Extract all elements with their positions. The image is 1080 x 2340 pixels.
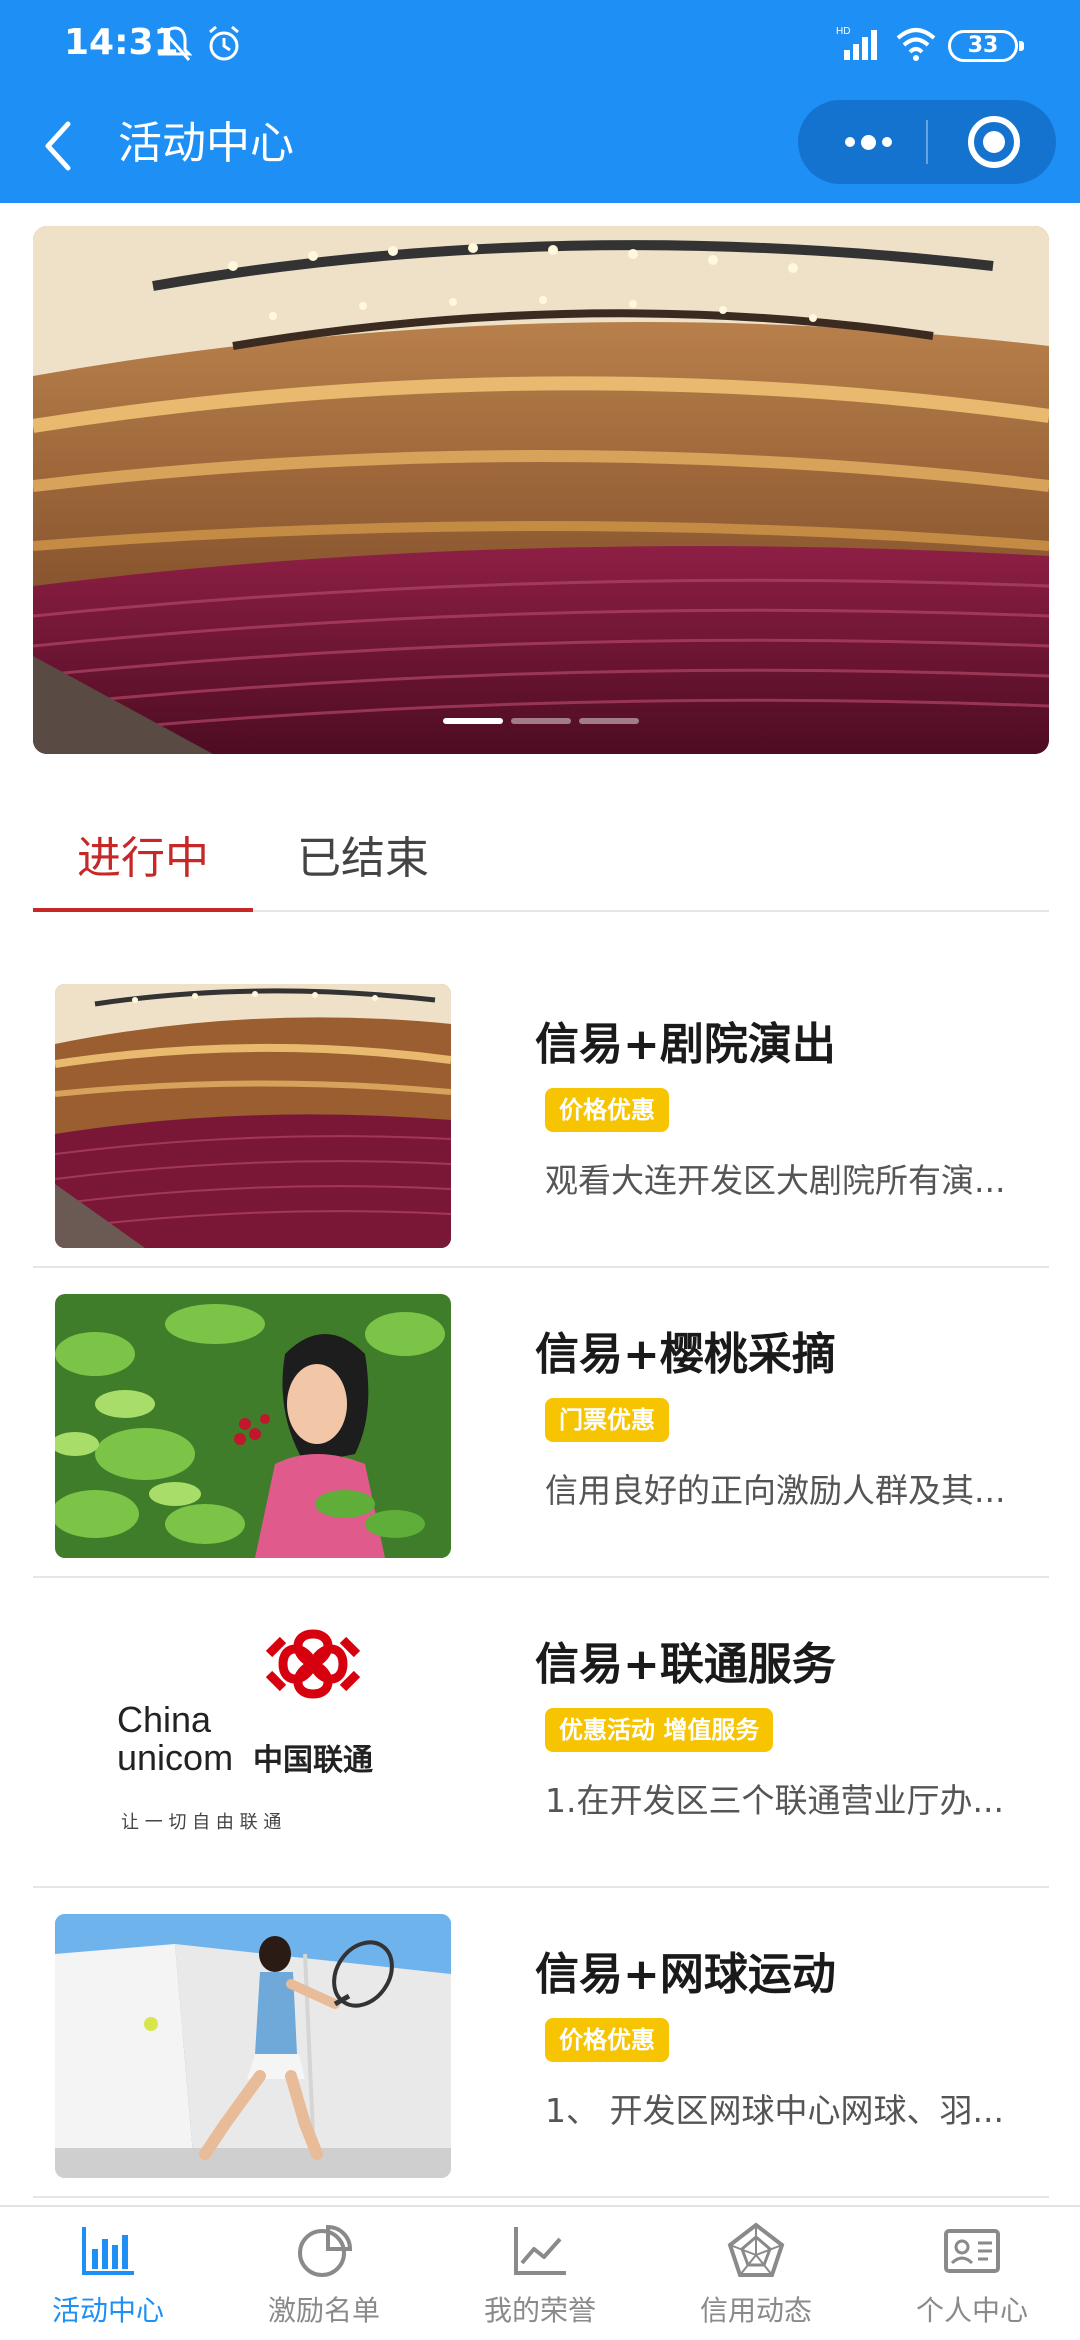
activity-tag: 价格优惠 — [545, 2018, 669, 2062]
activity-thumbnail: China unicom 中国联通 让 一 切 自 由 联 通 — [55, 1604, 451, 1868]
activity-item-tennis[interactable]: 信易+网球运动 价格优惠 1、 开发区网球中心网球、羽... — [33, 1888, 1049, 2198]
pie-chart-icon — [298, 2224, 353, 2277]
china-unicom-logo: China unicom 中国联通 让 一 切 自 由 联 通 — [55, 1604, 451, 1868]
svg-text:中国联通: 中国联通 — [253, 1743, 373, 1778]
activity-tag: 价格优惠 — [545, 1088, 669, 1132]
activity-tag: 门票优惠 — [545, 1398, 669, 1442]
mute-bell-icon — [158, 26, 192, 61]
tabbar-item-personal-center[interactable]: 个人中心 — [864, 2207, 1080, 2340]
id-card-icon — [944, 2229, 1000, 2273]
radar-chart-icon — [727, 2222, 785, 2277]
tab-ended[interactable]: 已结束 — [253, 822, 473, 910]
back-arrow-icon[interactable] — [38, 116, 78, 176]
activity-item-theater[interactable]: 信易+剧院演出 价格优惠 观看大连开发区大剧院所有演... — [33, 958, 1049, 1268]
svg-text:unicom: unicom — [117, 1737, 233, 1778]
close-miniprogram-icon[interactable] — [968, 116, 1020, 168]
tabbar-label: 活动中心 — [51, 2294, 164, 2327]
tabbar-item-activity-center[interactable]: 活动中心 — [0, 2207, 216, 2340]
carousel-dot[interactable] — [579, 718, 639, 724]
nav-bar: 活动中心 — [0, 96, 1080, 203]
tabbar-label: 我的荣誉 — [483, 2294, 596, 2327]
bottom-tab-bar: 活动中心 激励名单 我的荣誉 信用动态 个人中心 — [0, 2205, 1080, 2340]
wifi-icon — [896, 28, 936, 61]
active-tab-indicator — [33, 908, 253, 912]
banner-carousel[interactable] — [33, 226, 1049, 754]
activity-thumbnail — [55, 1294, 451, 1558]
activity-thumbnail — [55, 984, 451, 1248]
battery-indicator: 33 — [948, 30, 1024, 62]
carousel-dot[interactable] — [443, 718, 503, 724]
alarm-clock-icon — [209, 25, 239, 61]
tabbar-item-my-honors[interactable]: 我的荣誉 — [432, 2207, 648, 2340]
more-options-icon[interactable] — [828, 100, 908, 184]
activity-description: 观看大连开发区大剧院所有演... — [545, 1161, 1006, 1200]
activity-item-unicom[interactable]: China unicom 中国联通 让 一 切 自 由 联 通 信易+联通服务 … — [33, 1578, 1049, 1888]
activity-description: 1、 开发区网球中心网球、羽... — [545, 2091, 1004, 2130]
svg-text:让 一 切 自 由 联 通: 让 一 切 自 由 联 通 — [121, 1812, 281, 1833]
bar-chart-icon — [82, 2227, 134, 2275]
cherry-picking-photo-image — [55, 1294, 451, 1558]
activity-description: 1.在开发区三个联通营业厅办... — [545, 1781, 1004, 1820]
activity-description: 信用良好的正向激励人群及其... — [545, 1471, 1006, 1510]
tennis-player-photo-image — [55, 1914, 451, 2178]
capsule-divider — [926, 120, 928, 164]
tabbar-item-incentive-list[interactable]: 激励名单 — [216, 2207, 432, 2340]
status-tabs: 进行中 已结束 — [33, 800, 1049, 912]
carousel-indicators — [33, 718, 1049, 724]
tabbar-label: 激励名单 — [267, 2294, 380, 2327]
signal-strength-icon: HD — [836, 26, 877, 60]
carousel-dot[interactable] — [511, 718, 571, 724]
theater-photo-image — [55, 984, 451, 1248]
tabbar-label: 个人中心 — [915, 2294, 1028, 2327]
svg-text:China: China — [117, 1699, 212, 1740]
status-bar: 14:31 HD 33 — [0, 0, 1080, 96]
theater-banner-image — [33, 226, 1049, 754]
activity-title: 信易+网球运动 — [535, 1949, 836, 2000]
line-chart-icon — [514, 2227, 566, 2275]
tab-ongoing[interactable]: 进行中 — [33, 822, 253, 910]
app-header: 14:31 HD 33 活动中心 — [0, 0, 1080, 203]
page-title: 活动中心 — [118, 118, 294, 169]
activity-thumbnail — [55, 1914, 451, 2178]
activity-title: 信易+剧院演出 — [535, 1019, 836, 1070]
activity-item-cherry[interactable]: 信易+樱桃采摘 门票优惠 信用良好的正向激励人群及其... — [33, 1268, 1049, 1578]
svg-text:HD: HD — [836, 26, 850, 37]
tabbar-item-credit-news[interactable]: 信用动态 — [648, 2207, 864, 2340]
miniprogram-capsule — [798, 100, 1056, 184]
activity-title: 信易+樱桃采摘 — [535, 1329, 836, 1380]
activity-tag: 优惠活动 增值服务 — [545, 1708, 774, 1752]
activity-title: 信易+联通服务 — [535, 1639, 836, 1690]
tabbar-label: 信用动态 — [699, 2294, 812, 2327]
